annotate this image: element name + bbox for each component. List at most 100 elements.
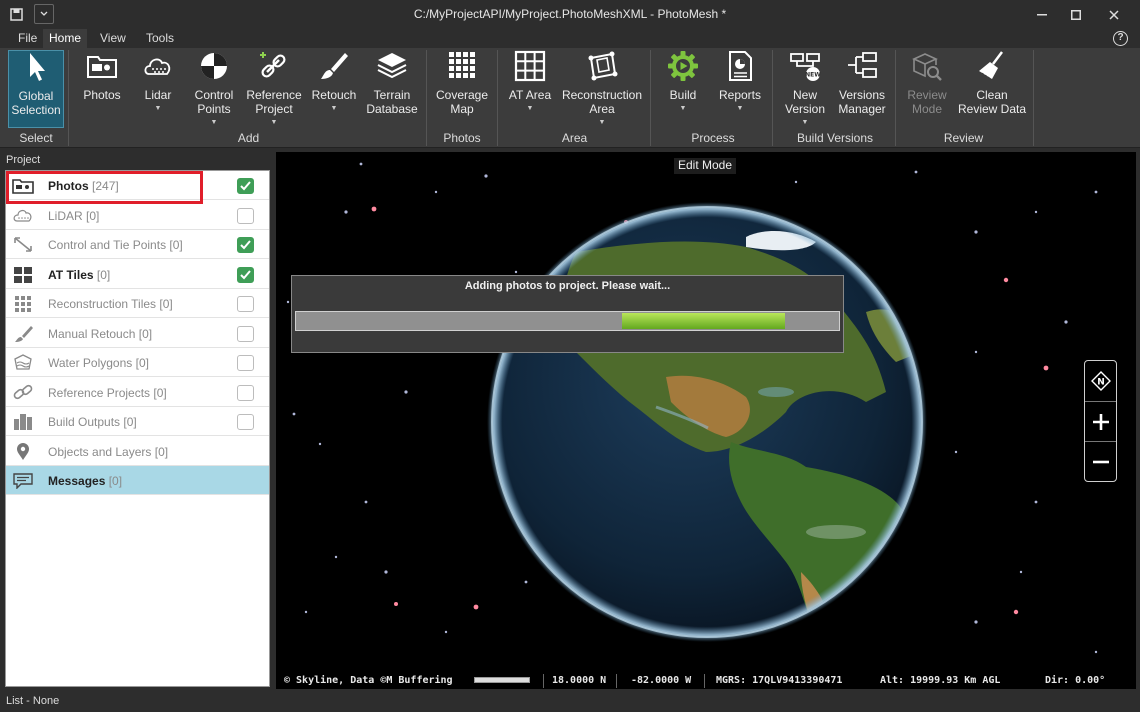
build-button[interactable]: Build ▼ (660, 50, 706, 128)
versions-manager-button[interactable]: Versions Manager (834, 50, 890, 128)
clean-review-data-button[interactable]: Clean Review Data (957, 50, 1027, 128)
coverage-grid-icon (449, 52, 475, 78)
help-icon[interactable]: ? (1113, 31, 1128, 46)
project-panel-header: Project (0, 152, 272, 170)
reconstruction-area-button[interactable]: Reconstruction Area ▼ (560, 50, 644, 128)
visibility-checkbox[interactable] (237, 384, 254, 401)
mgrs-readout: MGRS: 17QLV9413390471 (716, 675, 843, 686)
tree-row-count: [0] (96, 267, 111, 282)
review-mode-icon (912, 53, 942, 81)
brush-icon (15, 325, 33, 342)
coverage-map-button[interactable]: Coverage Map (432, 50, 492, 128)
reference-project-label: Reference Project (246, 88, 302, 116)
edit-mode-label: Edit Mode (674, 158, 737, 174)
3d-globe-viewer[interactable]: Edit Mode Adding photos to project. Plea… (276, 152, 1136, 689)
tree-row-control-tie-points[interactable]: Control and Tie Points [0] (6, 230, 269, 259)
review-mode-button[interactable]: Review Mode (900, 50, 954, 128)
visibility-checkbox[interactable] (237, 355, 254, 371)
build-label: Build (669, 88, 697, 102)
new-version-label: New Version (784, 88, 826, 116)
photos-button-label: Photos (83, 88, 121, 102)
north-compass-icon[interactable]: N (1085, 361, 1116, 401)
map-pin-icon (17, 442, 29, 460)
lidar-cloud-icon (13, 209, 32, 222)
visibility-checkbox[interactable] (237, 414, 254, 430)
visibility-checkbox[interactable] (237, 325, 254, 342)
link-icon (13, 384, 33, 399)
retouch-button[interactable]: Retouch ▼ (308, 50, 360, 128)
chevron-down-icon: ▼ (210, 119, 218, 126)
new-version-button[interactable]: NEW New Version ▼ (780, 50, 830, 128)
build-gear-icon (668, 51, 698, 81)
group-review-label: Review (943, 131, 984, 145)
coverage-map-label: Coverage Map (435, 88, 489, 116)
retouch-label: Retouch (311, 88, 357, 102)
lidar-cloud-icon (144, 58, 171, 75)
brush-icon (321, 53, 348, 79)
altitude-readout: Alt: 19999.93 Km AGL (880, 675, 1001, 686)
reference-project-button[interactable]: Reference Project ▼ (245, 50, 303, 128)
tree-row-photos[interactable]: Photos [247] (6, 171, 269, 204)
project-tree-panel: Photos [247] LiDAR [0] Control and Tie P… (5, 170, 270, 687)
tree-row-count: [0] (153, 385, 167, 400)
menu-home[interactable]: Home (43, 29, 88, 49)
tree-row-count: [0] (108, 474, 123, 488)
svg-text:NEW: NEW (805, 72, 821, 79)
tree-row-lidar[interactable]: LiDAR [0] (6, 201, 269, 230)
menu-view[interactable]: View (94, 29, 132, 49)
control-points-button[interactable]: Control Points ▼ (188, 50, 240, 128)
title-bar: C:/MyProjectAPI/MyProject.PhotoMeshXML -… (0, 0, 1140, 30)
at-area-button[interactable]: AT Area ▼ (505, 50, 555, 128)
lidar-button[interactable]: Lidar ▼ (134, 50, 182, 128)
zoom-out-icon[interactable] (1085, 441, 1116, 481)
tree-row-count: [0] (159, 297, 173, 311)
visibility-checkbox[interactable] (237, 266, 254, 283)
layers-stack-icon (377, 53, 407, 79)
tree-row-label: Build Outputs (48, 415, 121, 429)
ribbon-separator (68, 50, 69, 146)
tree-row-objects-layers[interactable]: Objects and Layers [0] (6, 437, 269, 466)
status-separator (616, 674, 617, 688)
tree-row-reconstruction-tiles[interactable]: Reconstruction Tiles [0] (6, 289, 269, 318)
menu-file[interactable]: File (12, 29, 43, 49)
visibility-checkbox[interactable] (237, 237, 254, 253)
minimize-button[interactable] (1025, 0, 1059, 30)
visibility-checkbox[interactable] (237, 207, 254, 224)
lidar-button-label: Lidar (144, 88, 172, 102)
tree-row-water-polygons[interactable]: Water Polygons [0] (6, 348, 269, 377)
group-area-label: Area (561, 131, 588, 145)
global-selection-button[interactable]: Global Selection (8, 50, 64, 128)
scale-bar (474, 677, 530, 683)
water-polygon-icon (14, 354, 32, 370)
control-tie-points-icon (14, 237, 32, 252)
chevron-down-icon: ▼ (679, 105, 687, 112)
close-button[interactable] (1097, 0, 1131, 30)
tree-row-build-outputs[interactable]: Build Outputs [0] (6, 407, 269, 436)
menu-tools[interactable]: Tools (140, 29, 180, 49)
photos-button[interactable]: Photos (76, 50, 128, 128)
zoom-in-icon[interactable] (1085, 401, 1116, 441)
progress-bar (295, 311, 840, 331)
tree-row-count: [0] (169, 238, 183, 252)
reports-button[interactable]: Reports ▼ (714, 50, 766, 128)
status-separator (704, 674, 705, 688)
tree-row-messages[interactable]: Messages [0] (6, 466, 269, 495)
tree-row-reference-projects[interactable]: Reference Projects [0] (6, 378, 269, 407)
at-tiles-icon (14, 266, 32, 283)
window-title: C:/MyProjectAPI/MyProject.PhotoMeshXML -… (413, 7, 727, 21)
credit-text: © Skyline, Data ©M Buffering (284, 675, 453, 686)
broom-icon (979, 51, 1003, 81)
tree-row-at-tiles[interactable]: AT Tiles [0] (6, 260, 269, 289)
progress-dialog-title: Adding photos to project. Please wait... (464, 280, 671, 292)
terrain-database-button[interactable]: Terrain Database (365, 50, 419, 128)
chevron-down-icon: ▼ (154, 105, 162, 112)
message-bubble-icon (13, 473, 33, 489)
group-select-label: Select (19, 131, 53, 145)
maximize-button[interactable] (1059, 0, 1093, 30)
tree-row-count: [0] (135, 356, 149, 370)
tree-row-manual-retouch[interactable]: Manual Retouch [0] (6, 319, 269, 348)
visibility-checkbox[interactable] (237, 296, 254, 312)
chevron-down-icon: ▼ (270, 119, 278, 126)
visibility-checkbox[interactable] (237, 178, 254, 194)
versions-manager-label: Versions Manager (838, 88, 886, 116)
